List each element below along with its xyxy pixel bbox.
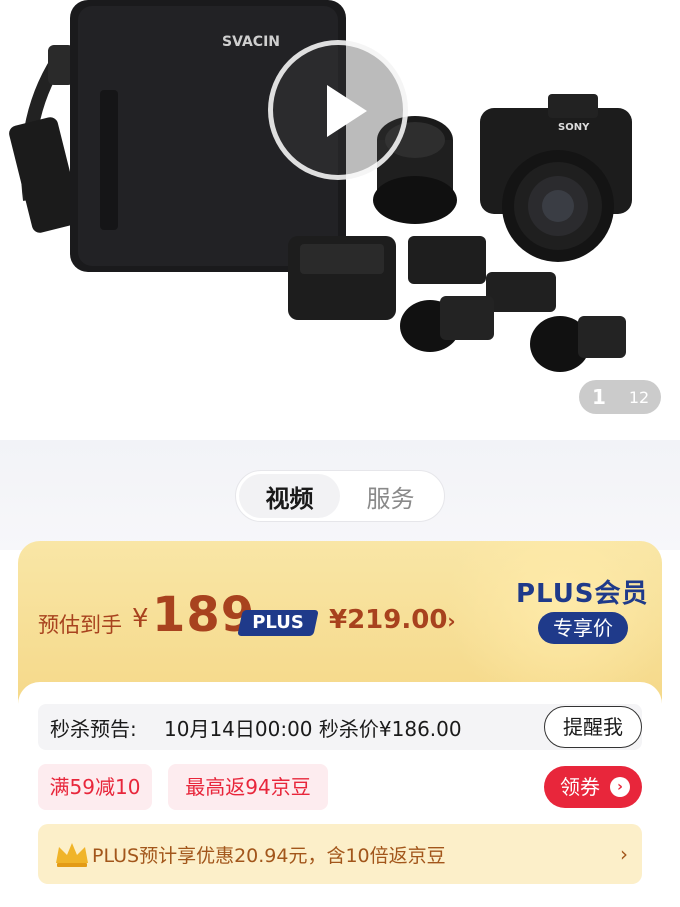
product-gallery[interactable]: SVACIN SONY 1 12 — [0, 0, 680, 440]
plus-member-title: PLUS会员 — [516, 579, 649, 609]
flash-sale-detail: 10月14日00:00 秒杀价¥186.00 — [164, 716, 462, 741]
tab-video[interactable]: 视频 — [239, 474, 340, 518]
bag-logo: SVACIN — [222, 34, 280, 50]
plus-tag: PLUS — [237, 610, 319, 636]
media-tabs: 视频 服务 — [235, 470, 445, 522]
pager-current: 1 — [592, 385, 606, 409]
remind-me-button[interactable]: 提醒我 — [544, 706, 642, 748]
pager-total: 12 — [628, 387, 650, 407]
plus-benefit-text: PLUS预计享优惠20.94元，含10倍返京豆 — [92, 844, 446, 867]
estimate-label: 预估到手 — [38, 613, 122, 637]
play-icon — [327, 85, 367, 137]
media-tabs-area: 视频 服务 — [0, 440, 680, 550]
crown-icon — [56, 843, 88, 867]
tab-service[interactable]: 服务 — [340, 474, 441, 518]
plus-benefit-row[interactable]: PLUS预计享优惠20.94元，含10倍返京豆 › — [38, 824, 642, 884]
camera-logo: SONY — [558, 122, 590, 133]
chevron-right-circle-icon: › — [610, 777, 630, 797]
get-coupon-button[interactable]: 领券 › — [544, 766, 642, 808]
plus-price[interactable]: ¥219.00› — [329, 605, 456, 635]
coupon-jingdou[interactable]: 最高返94京豆 — [168, 764, 328, 810]
promo-panel: 秒杀预告: 10月14日00:00 秒杀价¥186.00 提醒我 满59减10 … — [18, 682, 662, 907]
chevron-right-icon: › — [620, 842, 628, 866]
play-video-button[interactable] — [268, 40, 408, 180]
coupon-discount[interactable]: 满59减10 — [38, 764, 152, 810]
chevron-right-icon: › — [447, 609, 456, 633]
image-pager: 1 12 — [579, 380, 661, 414]
currency-symbol: ¥ — [132, 604, 149, 634]
member-exclusive-badge: 专享价 — [538, 612, 628, 644]
flash-sale-label: 秒杀预告: — [50, 716, 137, 741]
price-card: 预估到手 ¥ 189 PLUS ¥219.00› PLUS会员 专享价 秒杀预告… — [18, 541, 662, 907]
